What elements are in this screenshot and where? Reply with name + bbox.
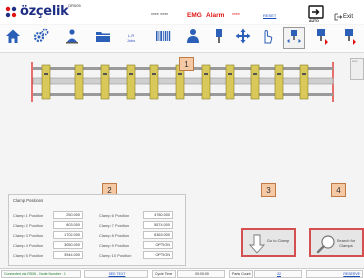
clamp-icon — [210, 27, 228, 50]
clamp-value-field[interactable]: OPTION — [143, 251, 173, 259]
header-bar: özçelik OR005 **** **** EMG Alarm **** R… — [0, 0, 364, 24]
parts-count-cell: 32 — [254, 270, 302, 278]
clamp-value-field[interactable]: 6363.000 — [143, 231, 173, 239]
clamp-value-field[interactable]: 3050.000 — [53, 241, 83, 249]
clamp-row: Clamp 8 Position 6363.000 — [99, 231, 173, 239]
brand-mark-icon — [4, 5, 18, 19]
clamp-row: Clamp 1 Position 250.000 — [13, 211, 83, 219]
clamp-value-field[interactable]: 3944.000 — [53, 251, 83, 259]
alarm-indicator: Alarm — [206, 12, 225, 19]
cycle-time-value: 00:00:00 — [177, 270, 225, 278]
status-link-2[interactable]: RESERVE — [343, 272, 360, 276]
side-info-panel: Loco — [350, 58, 364, 80]
status-link-cell-2: RESERVE — [306, 270, 363, 278]
machine-schematic — [31, 62, 334, 102]
go-to-clamp-button[interactable]: Go to Clamp — [241, 228, 296, 257]
manual-mode-button[interactable] — [61, 27, 83, 49]
arrow-down-icon — [249, 234, 265, 259]
move-arrows-icon — [234, 27, 252, 50]
clamp-positions-panel: Clamp Positions Clamp 1 Position 250.000… — [8, 194, 186, 266]
machine-drawing — [0, 56, 364, 171]
operator-icon — [63, 27, 81, 50]
cycle-time-label: Cycle Time — [152, 270, 176, 278]
search-for-clamps-label: Search for Clamps — [336, 238, 356, 248]
home-icon — [4, 27, 22, 50]
clamp-positions-icon — [285, 27, 303, 50]
clamp-tool-button[interactable] — [208, 27, 230, 49]
status-placeholder-right: **** — [232, 13, 240, 19]
clamp-row: Clamp 9 Position OPTION — [99, 241, 173, 249]
lift-jobs-label-bottom: Jobs — [126, 38, 136, 43]
emg-indicator: EMG — [187, 12, 202, 19]
parts-count-value[interactable]: 32 — [277, 272, 281, 276]
machine-code: OR005 — [68, 3, 81, 8]
barcode-icon — [154, 27, 172, 50]
clamp-value-field[interactable]: 250.000 — [53, 211, 83, 219]
status-link-cell: SEE TEXT — [84, 270, 148, 278]
barcode-button[interactable] — [152, 27, 174, 49]
clamp-up-icon — [340, 27, 358, 50]
clamp-up-button[interactable] — [338, 27, 360, 49]
user-icon — [184, 27, 202, 50]
pointer-hand-icon — [258, 27, 276, 50]
folder-icon — [94, 27, 112, 50]
home-button[interactable] — [2, 27, 24, 49]
clamp-down-button[interactable] — [310, 27, 332, 49]
magnifier-icon — [316, 234, 336, 259]
clamp-value-field[interactable]: 4780.000 — [143, 211, 173, 219]
auto-mode-label: AUTO — [309, 19, 319, 23]
callout-4: 4 — [331, 183, 346, 197]
toolbar: L-R Jobs — [0, 25, 364, 53]
clamp-value-field[interactable]: OPTION — [143, 241, 173, 249]
search-for-clamps-button[interactable]: Search for Clamps — [309, 228, 364, 257]
clamp-row: Clamp 3 Position 1702.000 — [13, 231, 83, 239]
clamp-positions-title: Clamp Positions — [13, 198, 44, 203]
brand-logo: özçelik — [4, 4, 69, 19]
status-placeholder-left: **** **** — [151, 13, 168, 19]
clamp-row: Clamp 7 Position 5574.000 — [99, 221, 173, 229]
touch-button[interactable] — [256, 27, 278, 49]
connection-status: Connected via RS06 - Node Number : 1 — [1, 270, 81, 278]
users-button[interactable] — [182, 27, 204, 49]
status-link-1[interactable]: SEE TEXT — [109, 272, 126, 276]
clamp-row: Clamp 4 Position 3050.000 — [13, 241, 83, 249]
clamp-down-icon — [312, 27, 330, 50]
jog-button[interactable] — [232, 27, 254, 49]
parts-count-label: Parts Count — [229, 270, 253, 278]
exit-button[interactable]: Exit — [334, 8, 353, 26]
clamp-positions-button[interactable] — [283, 27, 305, 49]
reset-link[interactable]: RESET — [263, 13, 276, 18]
brand-name: özçelik — [20, 4, 69, 19]
go-to-clamp-label: Go to Clamp — [266, 238, 290, 243]
status-bar: Connected via RS06 - Node Number : 1 SEE… — [0, 268, 364, 278]
lift-jobs-button[interactable]: L-R Jobs — [120, 27, 142, 49]
clamp-value-field[interactable]: 803.000 — [53, 221, 83, 229]
side-info-text: Loco — [352, 60, 358, 63]
exit-label: Exit — [343, 14, 354, 20]
clamp-value-field[interactable]: 1702.000 — [53, 231, 83, 239]
settings-button[interactable] — [30, 27, 52, 49]
clamp-row: Clamp 2 Position 803.000 — [13, 221, 83, 229]
callout-1: 1 — [179, 57, 194, 71]
clamp-row: Clamp 10 Position OPTION — [99, 251, 173, 259]
clamp-value-field[interactable]: 5574.000 — [143, 221, 173, 229]
folder-button[interactable] — [92, 27, 114, 49]
clamp-row: Clamp 6 Position 4780.000 — [99, 211, 173, 219]
exit-icon — [334, 8, 343, 26]
callout-3: 3 — [261, 183, 276, 197]
gears-icon — [32, 27, 50, 50]
clamp-row: Clamp 5 Position 3944.000 — [13, 251, 83, 259]
